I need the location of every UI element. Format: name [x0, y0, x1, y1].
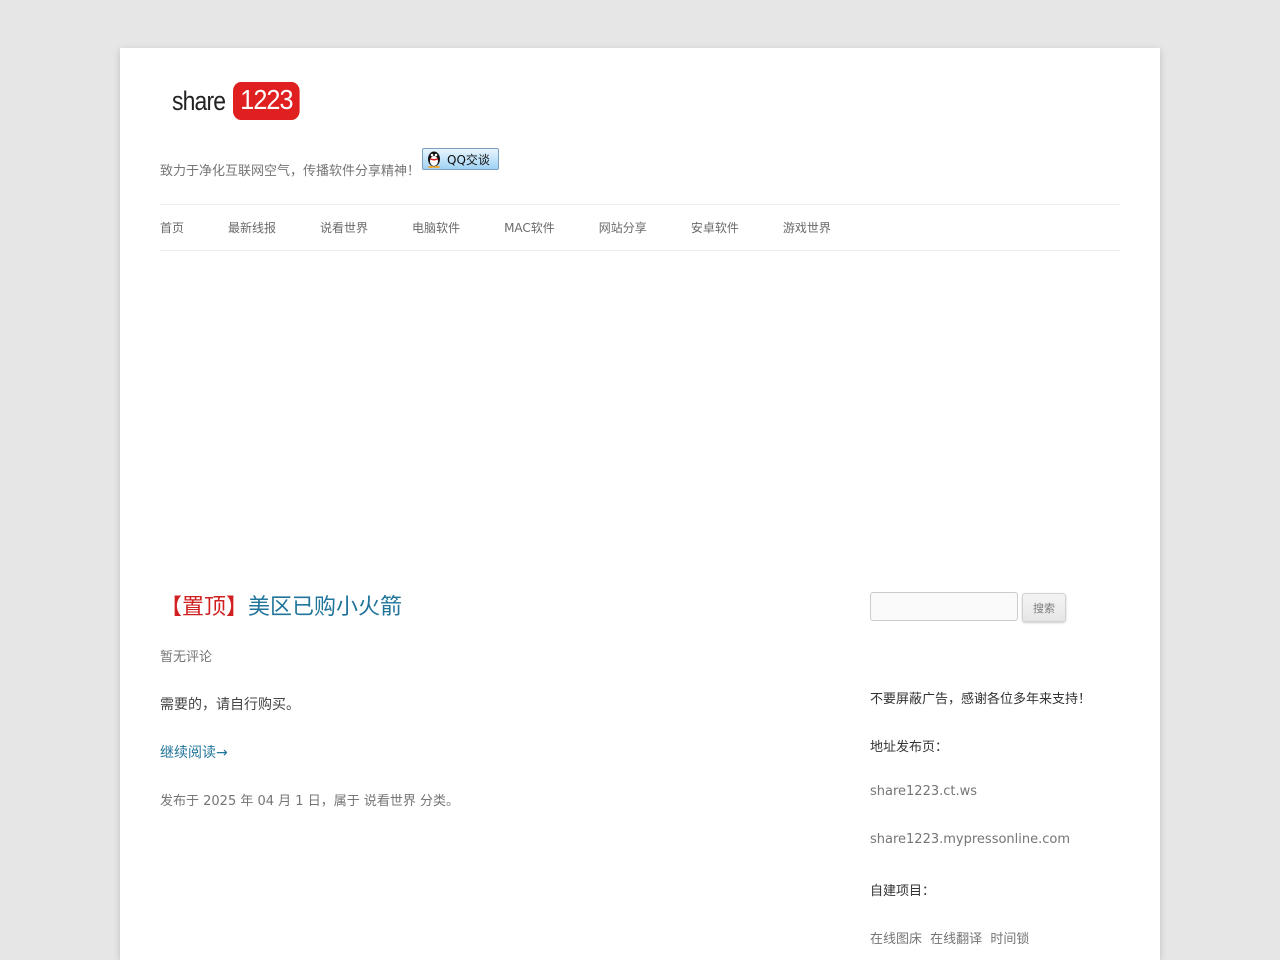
main-nav: 首页 最新线报 说看世界 电脑软件 MAC软件 网站分享 安卓软件 游戏世界	[160, 204, 1120, 251]
post-footer-meta: 发布于 2025 年 04 月 1 日，属于 说看世界 分类。	[160, 794, 459, 809]
site-logo[interactable]: share 1223	[172, 82, 307, 120]
nav-item-pc-software[interactable]: 电脑软件	[412, 219, 460, 236]
read-more-link[interactable]: 继续阅读→	[160, 742, 228, 762]
address-link-2[interactable]: share1223.mypressonline.com	[870, 832, 1070, 847]
sticky-label: 【置顶】	[160, 595, 249, 620]
address-link-1[interactable]: share1223.ct.ws	[870, 784, 977, 799]
post-title-link[interactable]: 【置顶】美区已购小火箭	[160, 589, 402, 621]
logo-number: 1223	[232, 82, 300, 120]
tagline-row: 致力于净化互联网空气，传播软件分享精神！ QQ交谈	[160, 148, 500, 179]
nav-item-latest-deals[interactable]: 最新线报	[228, 219, 276, 236]
qq-chat-label: QQ交谈	[447, 152, 490, 167]
page-container: share 1223 致力于净化互联网空气，传播软件分享精神！ QQ交谈 首页 …	[120, 48, 1160, 960]
projects-list: 在线图床 在线翻译 时间锁	[870, 928, 1033, 947]
nav-item-website-share[interactable]: 网站分享	[599, 219, 647, 236]
project-link-time-lock[interactable]: 时间锁	[990, 932, 1029, 947]
project-link-translate[interactable]: 在线翻译	[930, 932, 982, 947]
logo-word: share	[172, 85, 226, 116]
address-heading: 地址发布页：	[870, 740, 949, 755]
ad-notice: 不要屏蔽广告，感谢各位多年来支持！	[870, 692, 1092, 707]
nav-item-world[interactable]: 说看世界	[320, 219, 368, 236]
post-comments-link[interactable]: 暂无评论	[160, 646, 212, 665]
nav-item-mac-software[interactable]: MAC软件	[504, 219, 555, 236]
post-title-text: 美区已购小火箭	[248, 595, 403, 620]
nav-item-games[interactable]: 游戏世界	[783, 219, 831, 236]
post-excerpt: 需要的，请自行购买。	[160, 697, 300, 713]
nav-item-home[interactable]: 首页	[160, 219, 184, 236]
projects-heading: 自建项目：	[870, 884, 936, 899]
project-link-image-host[interactable]: 在线图床	[870, 932, 922, 947]
qq-chat-button[interactable]: QQ交谈	[422, 148, 500, 170]
search-button[interactable]: 搜索	[1022, 593, 1066, 622]
nav-item-android-software[interactable]: 安卓软件	[691, 219, 739, 236]
qq-penguin-icon	[428, 151, 441, 168]
search-input[interactable]	[870, 592, 1018, 621]
site-tagline: 致力于净化互联网空气，传播软件分享精神！	[160, 164, 421, 179]
